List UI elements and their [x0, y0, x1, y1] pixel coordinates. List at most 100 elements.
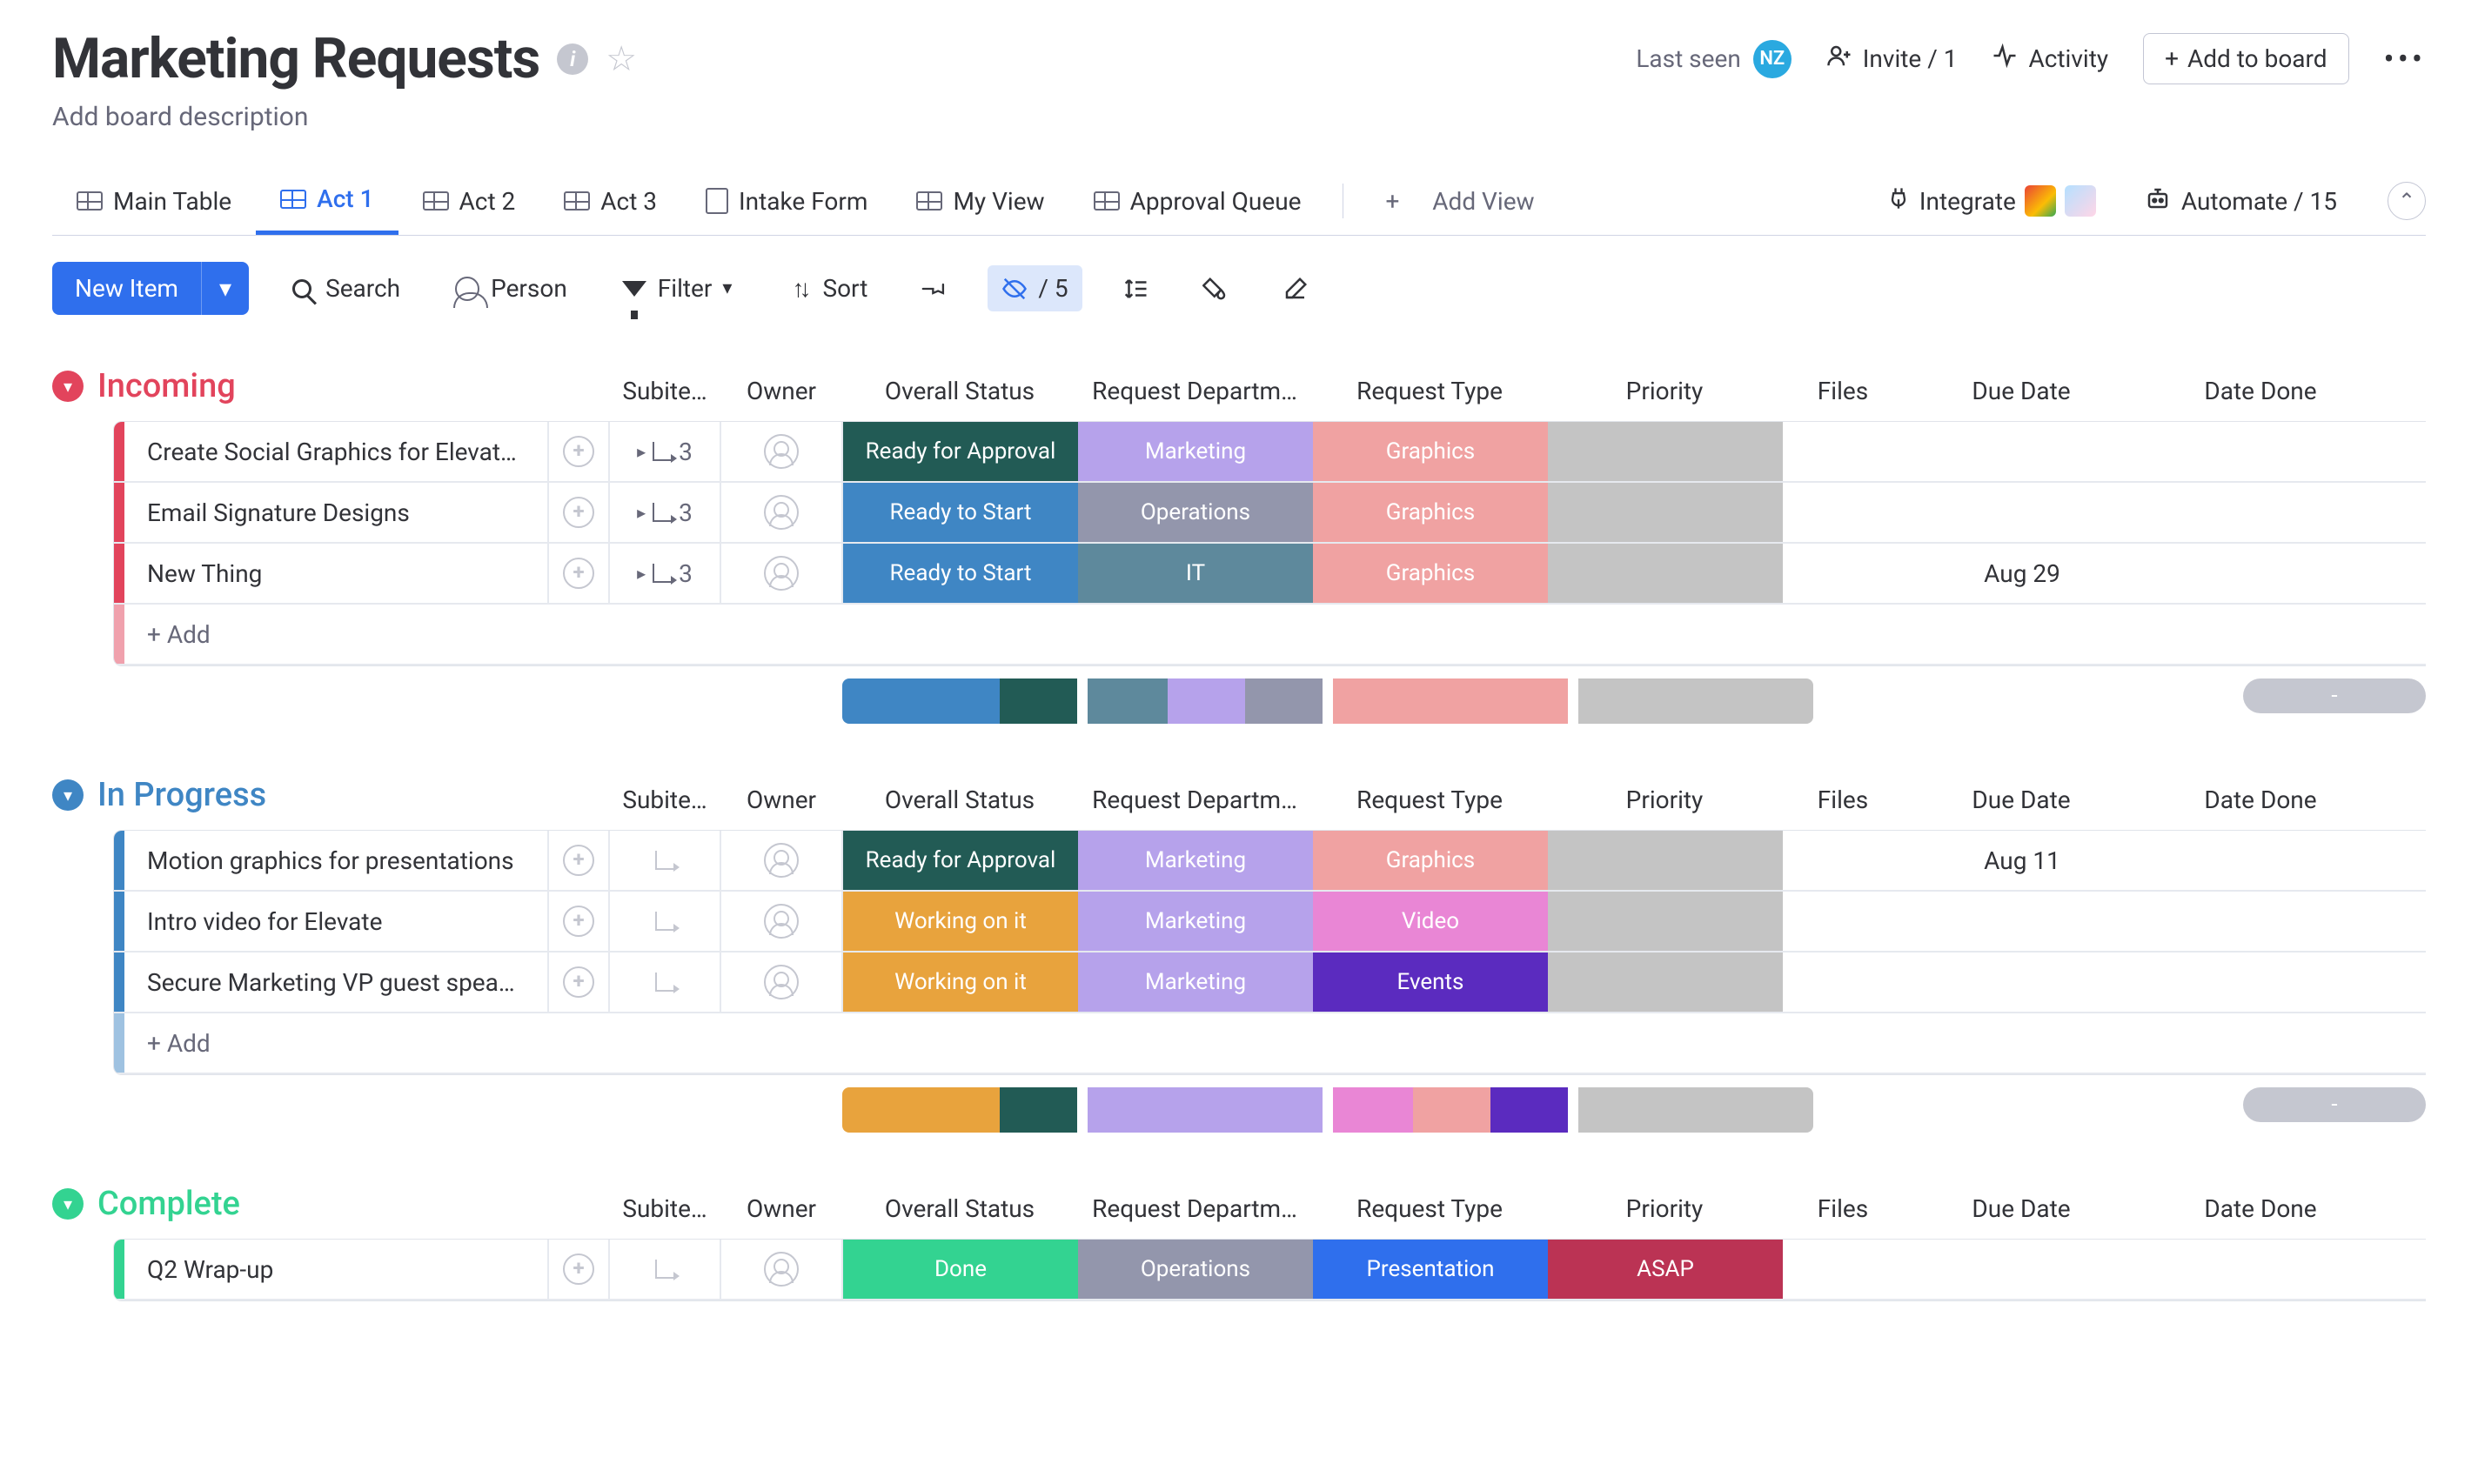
table-row[interactable]: New Thing ▸3 Ready to Start IT Graphics …: [114, 544, 2426, 605]
type-cell[interactable]: Graphics: [1313, 544, 1548, 603]
owner-cell[interactable]: [721, 953, 843, 1012]
subitems-cell[interactable]: [610, 831, 721, 890]
status-cell[interactable]: Done: [843, 1240, 1078, 1299]
view-tab[interactable]: My View: [892, 170, 1068, 233]
priority-cell[interactable]: [1548, 831, 1783, 890]
subitems-cell[interactable]: ▸3: [610, 422, 721, 481]
priority-cell[interactable]: ASAP: [1548, 1240, 1783, 1299]
status-cell[interactable]: Ready to Start: [843, 544, 1078, 603]
date-done-cell[interactable]: [2140, 1240, 2383, 1299]
filter-button[interactable]: Filter ▾: [607, 265, 747, 311]
group-title[interactable]: In Progress: [97, 776, 266, 814]
priority-cell[interactable]: [1548, 892, 1783, 951]
column-header-status[interactable]: Overall Status: [842, 377, 1077, 405]
due-date-cell[interactable]: [1905, 892, 2140, 951]
item-name[interactable]: New Thing: [124, 544, 549, 603]
table-row[interactable]: Intro video for Elevate Working on it Ma…: [114, 892, 2426, 953]
item-name[interactable]: Secure Marketing VP guest spea…: [124, 953, 549, 1012]
subitems-icon[interactable]: [655, 973, 674, 992]
department-cell[interactable]: Operations: [1078, 483, 1313, 542]
type-cell[interactable]: Presentation: [1313, 1240, 1548, 1299]
group-collapse-icon[interactable]: ▾: [52, 779, 84, 811]
column-header-done[interactable]: Date Done: [2139, 377, 2382, 405]
group-title[interactable]: Complete: [97, 1185, 240, 1223]
priority-cell[interactable]: [1548, 544, 1783, 603]
column-header-subitems[interactable]: Subite…: [609, 785, 720, 814]
files-cell[interactable]: [1783, 1240, 1905, 1299]
view-tab[interactable]: Intake Form: [681, 170, 892, 233]
hide-columns-button[interactable]: / 5: [988, 265, 1082, 311]
table-row[interactable]: Secure Marketing VP guest spea… Working …: [114, 953, 2426, 1013]
view-tab[interactable]: Act 3: [539, 170, 681, 233]
info-icon[interactable]: i: [557, 43, 588, 75]
subitems-icon[interactable]: [655, 912, 674, 931]
subitems-expand-icon[interactable]: ▸: [637, 502, 646, 523]
column-header-subitems[interactable]: Subite…: [609, 1194, 720, 1223]
owner-cell[interactable]: [721, 483, 843, 542]
new-item-chevron-icon[interactable]: ▾: [201, 262, 249, 315]
files-cell[interactable]: [1783, 422, 1905, 481]
status-cell[interactable]: Working on it: [843, 892, 1078, 951]
conversation-button[interactable]: [549, 483, 610, 542]
owner-cell[interactable]: [721, 892, 843, 951]
files-cell[interactable]: [1783, 483, 1905, 542]
subitems-cell[interactable]: [610, 953, 721, 1012]
status-cell[interactable]: Working on it: [843, 953, 1078, 1012]
column-header-department[interactable]: Request Departm…: [1077, 785, 1312, 814]
column-header-due[interactable]: Due Date: [1904, 377, 2139, 405]
view-tab[interactable]: Act 1: [256, 167, 398, 235]
date-done-cell[interactable]: [2140, 892, 2383, 951]
date-done-cell[interactable]: [2140, 544, 2383, 603]
subitems-icon[interactable]: [655, 1260, 674, 1279]
column-header-type[interactable]: Request Type: [1312, 785, 1547, 814]
subitems-expand-icon[interactable]: ▸: [637, 441, 646, 462]
due-date-cell[interactable]: Aug 29: [1905, 544, 2140, 603]
due-date-cell[interactable]: [1905, 1240, 2140, 1299]
add-view-button[interactable]: + Add View: [1361, 170, 1558, 233]
date-done-cell[interactable]: [2140, 953, 2383, 1012]
due-date-cell[interactable]: Aug 11: [1905, 831, 2140, 890]
column-header-priority[interactable]: Priority: [1547, 1194, 1782, 1223]
group-title[interactable]: Incoming: [97, 367, 236, 405]
view-tab[interactable]: Approval Queue: [1069, 170, 1326, 233]
table-row[interactable]: Email Signature Designs ▸3 Ready to Star…: [114, 483, 2426, 544]
subitems-cell[interactable]: [610, 892, 721, 951]
activity-button[interactable]: Activity: [1992, 43, 2108, 75]
priority-cell[interactable]: [1548, 953, 1783, 1012]
column-header-department[interactable]: Request Departm…: [1077, 377, 1312, 405]
collapse-views-button[interactable]: ⌃: [2388, 182, 2426, 220]
department-cell[interactable]: Marketing: [1078, 422, 1313, 481]
color-button[interactable]: [1189, 267, 1242, 311]
status-cell[interactable]: Ready for Approval: [843, 831, 1078, 890]
new-item-button[interactable]: New Item ▾: [52, 262, 249, 315]
owner-cell[interactable]: [721, 544, 843, 603]
priority-cell[interactable]: [1548, 422, 1783, 481]
pin-button[interactable]: [907, 267, 961, 311]
eraser-button[interactable]: [1269, 267, 1323, 311]
subitems-icon[interactable]: [655, 851, 674, 870]
column-header-done[interactable]: Date Done: [2139, 785, 2382, 814]
subitems-cell[interactable]: [610, 1240, 721, 1299]
department-cell[interactable]: Marketing: [1078, 953, 1313, 1012]
files-cell[interactable]: [1783, 953, 1905, 1012]
add-to-board-button[interactable]: + Add to board: [2143, 33, 2348, 84]
department-cell[interactable]: Marketing: [1078, 892, 1313, 951]
due-date-cell[interactable]: [1905, 953, 2140, 1012]
column-header-due[interactable]: Due Date: [1904, 1194, 2139, 1223]
date-done-cell[interactable]: [2140, 831, 2383, 890]
item-name[interactable]: Intro video for Elevate: [124, 892, 549, 951]
item-name[interactable]: Q2 Wrap-up: [124, 1240, 549, 1299]
automate-button[interactable]: Automate / 15: [2120, 168, 2361, 235]
conversation-button[interactable]: [549, 831, 610, 890]
column-header-status[interactable]: Overall Status: [842, 785, 1077, 814]
type-cell[interactable]: Graphics: [1313, 483, 1548, 542]
column-header-owner[interactable]: Owner: [720, 785, 842, 814]
table-row[interactable]: Q2 Wrap-up Done Operations Presentation …: [114, 1240, 2426, 1300]
type-cell[interactable]: Graphics: [1313, 422, 1548, 481]
last-seen[interactable]: Last seen NZ: [1636, 40, 1791, 78]
column-header-files[interactable]: Files: [1782, 377, 1904, 405]
subitems-cell[interactable]: ▸3: [610, 483, 721, 542]
table-row[interactable]: Motion graphics for presentations Ready …: [114, 831, 2426, 892]
view-tab[interactable]: Act 2: [398, 170, 540, 233]
column-header-owner[interactable]: Owner: [720, 377, 842, 405]
